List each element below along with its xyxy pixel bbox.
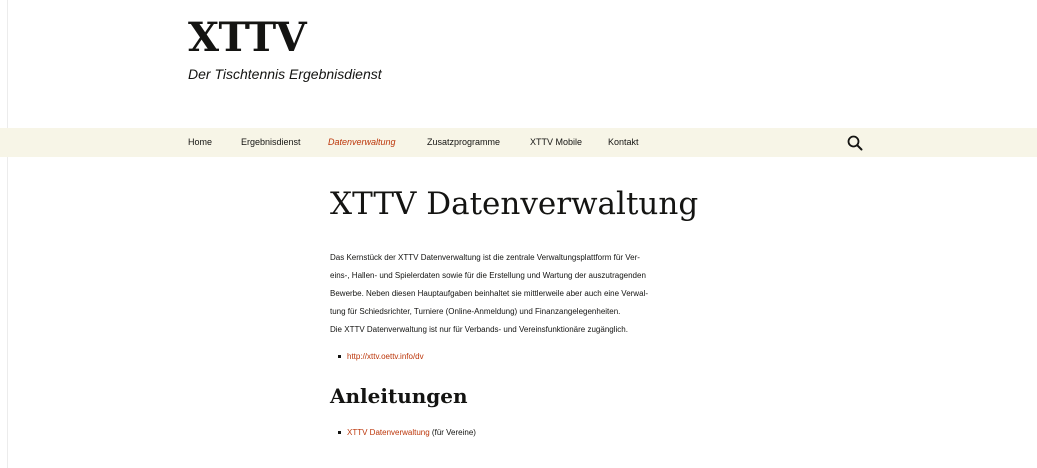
nav-item-xttv-mobile[interactable]: XTTV Mobile xyxy=(530,128,582,157)
nav-item-home[interactable]: Home xyxy=(188,128,212,157)
link-list: http://xttv.oettv.info/dv xyxy=(330,350,424,364)
site-description: Der Tischtennis Ergebnisdienst xyxy=(188,66,382,82)
nav-item-datenverwaltung[interactable]: Datenverwaltung xyxy=(328,128,396,157)
site-header: XTTV Der Tischtennis Ergebnisdienst xyxy=(188,16,382,83)
paragraph-line: Das Kernstück der XTTV Datenverwaltung i… xyxy=(330,253,640,262)
list-item: XTTV Datenverwaltung (für Vereine) xyxy=(330,426,476,440)
guide-suffix: (für Vereine) xyxy=(429,428,476,437)
bullet-icon xyxy=(338,355,341,358)
paragraph-line: Bewerbe. Neben diesen Hauptaufgaben bein… xyxy=(330,289,648,298)
nav-item-zusatzprogramme[interactable]: Zusatzprogramme xyxy=(427,128,500,157)
page-edge-rule xyxy=(7,0,8,468)
intro-paragraph: Das Kernstück der XTTV Datenverwaltung i… xyxy=(330,249,730,339)
guide-list: XTTV Datenverwaltung (für Vereine) xyxy=(330,426,476,440)
nav-item-ergebnisdienst[interactable]: Ergebnisdienst xyxy=(241,128,301,157)
page-title: XTTV Datenverwaltung xyxy=(330,186,699,222)
search-icon[interactable] xyxy=(847,135,863,151)
nav-item-kontakt[interactable]: Kontakt xyxy=(608,128,639,157)
datenverwaltung-url-link[interactable]: http://xttv.oettv.info/dv xyxy=(347,352,424,361)
paragraph-line: Die XTTV Datenverwaltung ist nur für Ver… xyxy=(330,325,628,334)
paragraph-line: tung für Schiedsrichter, Turniere (Onlin… xyxy=(330,307,621,316)
paragraph-line: eins-, Hallen- und Spielerdaten sowie fü… xyxy=(330,271,646,280)
list-item: http://xttv.oettv.info/dv xyxy=(330,350,424,364)
bullet-icon xyxy=(338,431,341,434)
main-navigation: Home Ergebnisdienst Datenverwaltung Zusa… xyxy=(0,128,1037,157)
guide-link[interactable]: XTTV Datenverwaltung xyxy=(347,428,430,437)
section-heading-anleitungen: Anleitungen xyxy=(330,384,468,408)
site-title[interactable]: XTTV xyxy=(188,16,382,60)
